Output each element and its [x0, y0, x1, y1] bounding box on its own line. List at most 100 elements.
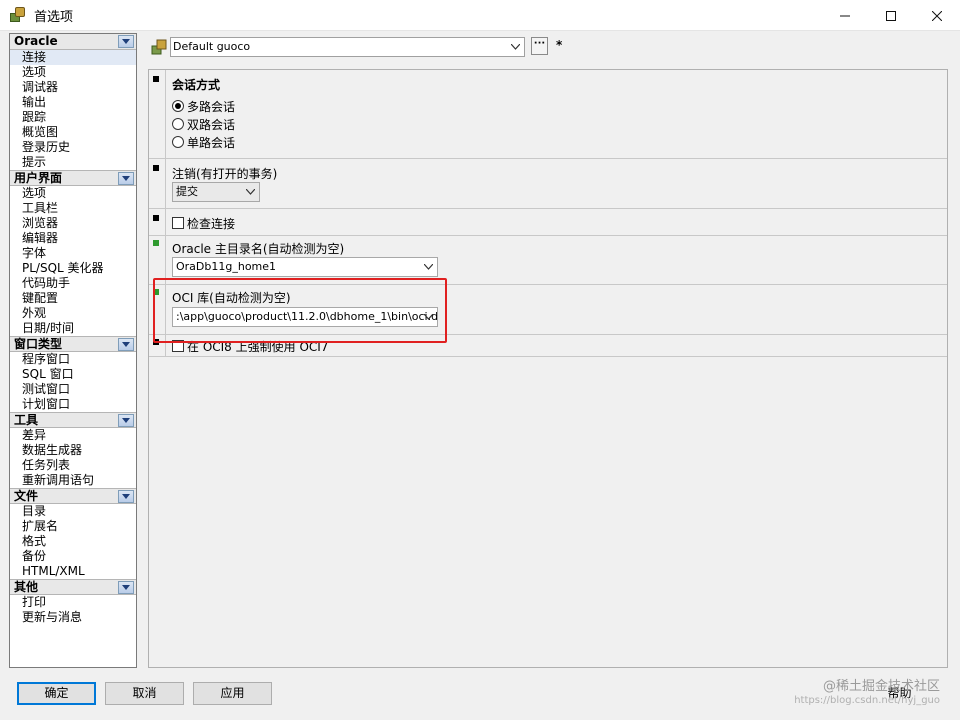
- dialog-buttons: 确定 取消 应用 帮助 @稀土掘金技术社区 https://blog.csdn.…: [0, 672, 960, 720]
- nav-item[interactable]: 格式: [10, 534, 136, 549]
- nav-item[interactable]: 日期/时间: [10, 321, 136, 336]
- preferences-nav: Oracle 连接 选项 调试器 输出 跟踪 概览图 登录历史 提示 用户界面 选项 工具栏 浏览器 编辑…: [9, 33, 137, 668]
- oracle-home-select-value: OraDb11g_home1: [176, 260, 277, 273]
- chevron-down-icon: [122, 342, 130, 347]
- nav-item[interactable]: 选项: [10, 186, 136, 201]
- check-connection-section: 检查连接: [149, 209, 947, 236]
- nav-group-toggle[interactable]: [118, 414, 134, 427]
- nav-item[interactable]: PL/SQL 美化器: [10, 261, 136, 276]
- chevron-down-icon: [122, 494, 130, 499]
- chevron-down-icon: [122, 39, 130, 44]
- nav-item[interactable]: 扩展名: [10, 519, 136, 534]
- radio-multi-session[interactable]: 多路会话: [172, 98, 235, 114]
- nav-item[interactable]: 跟踪: [10, 110, 136, 125]
- section-marker: [153, 76, 159, 82]
- watermark: @稀土掘金技术社区 https://blog.csdn.net/hyj_guo: [794, 680, 940, 708]
- nav-item[interactable]: 工具栏: [10, 201, 136, 216]
- nav-item[interactable]: 数据生成器: [10, 443, 136, 458]
- radio-label: 多路会话: [187, 99, 236, 114]
- nav-item[interactable]: 备份: [10, 549, 136, 564]
- maximize-button[interactable]: [868, 0, 914, 31]
- profile-select[interactable]: Default guoco: [170, 37, 525, 57]
- oci-library-select-value: :\app\guoco\product\11.2.0\dbhome_1\bin\…: [176, 310, 438, 323]
- nav-item[interactable]: 输出: [10, 95, 136, 110]
- oci-library-select[interactable]: :\app\guoco\product\11.2.0\dbhome_1\bin\…: [172, 307, 438, 327]
- logoff-select[interactable]: 提交: [172, 182, 260, 202]
- nav-group[interactable]: 其他: [10, 579, 136, 595]
- nav-item[interactable]: 差异: [10, 428, 136, 443]
- radio-label: 单路会话: [187, 135, 236, 150]
- cancel-button[interactable]: 取消: [105, 682, 184, 705]
- chevron-down-icon: [122, 176, 130, 181]
- close-icon: [932, 10, 942, 21]
- checkbox-indicator: [172, 340, 184, 352]
- nav-item[interactable]: 登录历史: [10, 140, 136, 155]
- modified-indicator: *: [556, 38, 563, 52]
- section-marker: [153, 165, 159, 171]
- apply-button[interactable]: 应用: [193, 682, 272, 705]
- chevron-down-icon: [246, 189, 255, 195]
- section-marker: [153, 215, 159, 221]
- radio-single-session[interactable]: 单路会话: [172, 134, 235, 150]
- session-mode-title: 会话方式: [172, 78, 221, 92]
- force-oci7-checkbox[interactable]: 在 OCI8 上强制使用 OCI7: [172, 338, 328, 354]
- nav-group[interactable]: 用户界面: [10, 170, 136, 186]
- nav-group-toggle[interactable]: [118, 172, 134, 185]
- nav-group-toggle[interactable]: [118, 581, 134, 594]
- chevron-down-icon: [122, 585, 130, 590]
- oracle-home-section: Oracle 主目录名(自动检测为空) OraDb11g_home1: [149, 236, 947, 285]
- profile-icon: [151, 39, 167, 55]
- logoff-section: 注销(有打开的事务) 提交: [149, 159, 947, 209]
- nav-item[interactable]: 概览图: [10, 125, 136, 140]
- section-marker: [153, 339, 159, 345]
- nav-group[interactable]: 工具: [10, 412, 136, 428]
- nav-group[interactable]: Oracle: [10, 34, 136, 50]
- nav-group[interactable]: 窗口类型: [10, 336, 136, 352]
- radio-dual-session[interactable]: 双路会话: [172, 116, 235, 132]
- nav-item[interactable]: 编辑器: [10, 231, 136, 246]
- nav-item[interactable]: 更新与消息: [10, 610, 136, 625]
- oracle-home-select[interactable]: OraDb11g_home1: [172, 257, 438, 277]
- app-icon: [10, 7, 26, 23]
- nav-item[interactable]: SQL 窗口: [10, 367, 136, 382]
- nav-item[interactable]: 提示: [10, 155, 136, 170]
- nav-item[interactable]: 测试窗口: [10, 382, 136, 397]
- nav-item[interactable]: 打印: [10, 595, 136, 610]
- maximize-icon: [886, 10, 896, 21]
- chevron-down-icon: [122, 418, 130, 423]
- nav-group-toggle[interactable]: [118, 338, 134, 351]
- radio-indicator: [172, 100, 184, 112]
- nav-item[interactable]: HTML/XML: [10, 564, 136, 579]
- ok-button[interactable]: 确定: [17, 682, 96, 705]
- nav-item[interactable]: 目录: [10, 504, 136, 519]
- settings-panel: 会话方式 多路会话 双路会话 单路会话 注销(有打开的事务) 提交 检查连接 O…: [148, 69, 948, 668]
- nav-group[interactable]: 文件: [10, 488, 136, 504]
- nav-item[interactable]: 重新调用语句: [10, 473, 136, 488]
- chevron-down-icon: [424, 314, 433, 320]
- profile-select-value: Default guoco: [173, 40, 251, 53]
- minimize-button[interactable]: [822, 0, 868, 31]
- nav-item[interactable]: 代码助手: [10, 276, 136, 291]
- checkbox-label: 检查连接: [187, 216, 236, 231]
- title-bar: 首选项: [0, 0, 960, 31]
- nav-item[interactable]: 连接: [10, 50, 136, 65]
- nav-item[interactable]: 计划窗口: [10, 397, 136, 412]
- nav-item[interactable]: 调试器: [10, 80, 136, 95]
- nav-item[interactable]: 外观: [10, 306, 136, 321]
- nav-group-toggle[interactable]: [118, 490, 134, 503]
- nav-group-toggle[interactable]: [118, 35, 134, 48]
- profile-bar: Default guoco ··· *: [148, 34, 948, 62]
- close-button[interactable]: [914, 0, 960, 31]
- nav-item[interactable]: 字体: [10, 246, 136, 261]
- watermark-main: @稀土掘金技术社区: [822, 679, 940, 694]
- nav-item[interactable]: 键配置: [10, 291, 136, 306]
- oci-library-title: OCI 库(自动检测为空): [172, 291, 291, 305]
- check-connection-checkbox[interactable]: 检查连接: [172, 215, 235, 231]
- profile-more-button[interactable]: ···: [531, 37, 548, 55]
- nav-item[interactable]: 选项: [10, 65, 136, 80]
- nav-item[interactable]: 任务列表: [10, 458, 136, 473]
- nav-item[interactable]: 程序窗口: [10, 352, 136, 367]
- force-oci7-section: 在 OCI8 上强制使用 OCI7: [149, 335, 947, 357]
- chevron-down-icon: [511, 44, 520, 50]
- nav-item[interactable]: 浏览器: [10, 216, 136, 231]
